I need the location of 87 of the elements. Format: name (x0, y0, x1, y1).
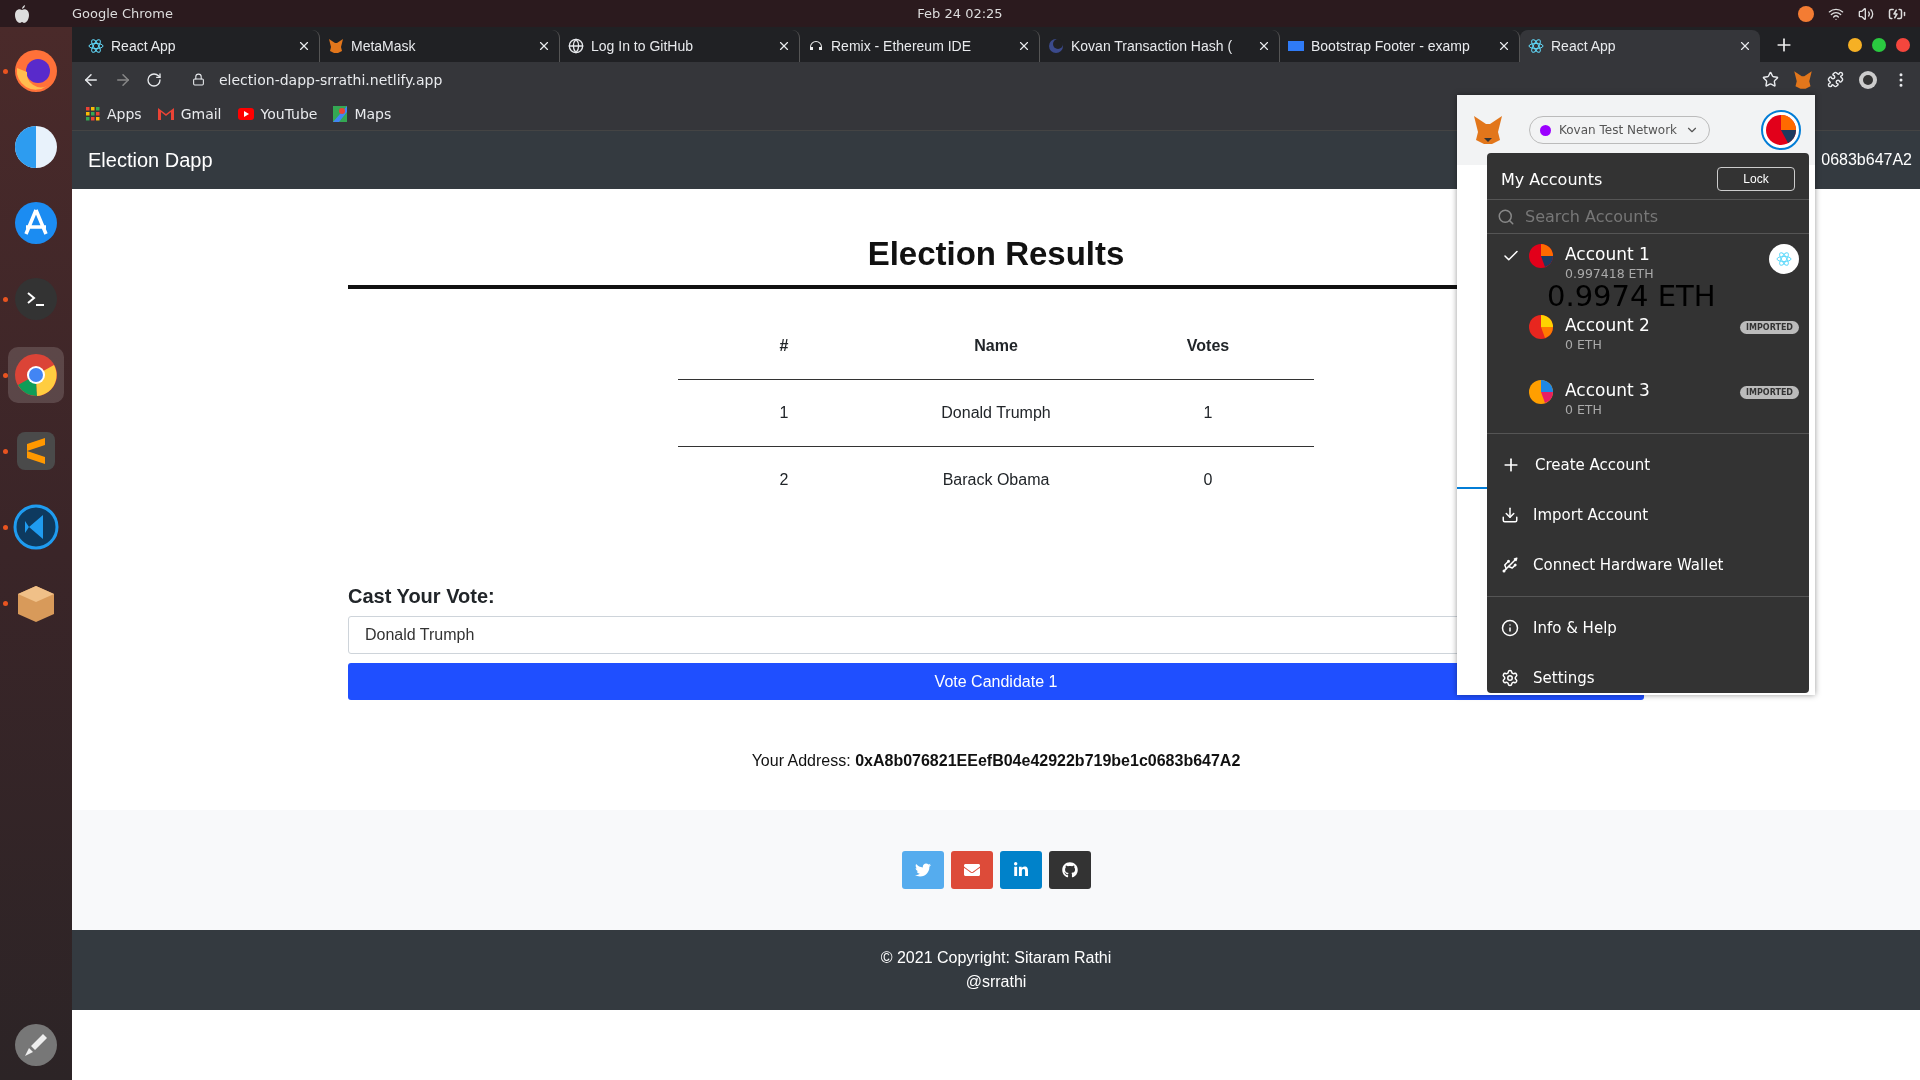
column-header: Votes (1102, 317, 1314, 380)
table-cell: 1 (1102, 379, 1314, 447)
reload-icon[interactable] (146, 71, 162, 88)
menu-item[interactable]: Connect Hardware Wallet (1487, 540, 1809, 590)
window-controls-icon[interactable] (1848, 38, 1910, 52)
face-split-icon[interactable] (13, 124, 59, 170)
mdb-icon (1288, 41, 1304, 51)
apple-icon[interactable] (14, 4, 30, 23)
extensions-icon[interactable] (1827, 71, 1844, 88)
copyright-text: © 2021 Copyright: Sitaram Rathi (880, 949, 1112, 967)
page-title: Election Results (867, 235, 1125, 273)
map-pin-icon (333, 105, 348, 122)
twitter-bird-icon (914, 862, 931, 878)
active-app-name[interactable]: Google Chrome (72, 6, 173, 21)
table-cell: 2 (678, 446, 890, 513)
globe-icon (568, 38, 584, 54)
search-icon (1497, 207, 1515, 226)
crescent-icon (1048, 38, 1064, 54)
linkedin-icon (1012, 862, 1029, 878)
react-icon (88, 38, 104, 54)
bookmark-link[interactable]: Gmail (157, 105, 222, 122)
fox-logo (1471, 114, 1505, 146)
lock-icon (192, 73, 205, 86)
form-label: Cast Your Vote: (348, 585, 496, 608)
profile-avatar-icon[interactable] (1858, 69, 1878, 90)
close-icon[interactable] (1257, 39, 1271, 53)
imported-badge: IMPORTED (1740, 386, 1799, 399)
browser-tab[interactable]: React App (1520, 30, 1760, 62)
address-text: Your Address: 0xA8b076821EEefB04e42922b719be1c0683b647A2 (751, 752, 1241, 770)
table-cell: 0 (1102, 446, 1314, 513)
update-icon[interactable] (1798, 5, 1814, 22)
download-icon (1501, 506, 1519, 524)
network-dot (1540, 124, 1551, 136)
table-cell: Barack Obama (890, 446, 1102, 513)
usb-icon (1501, 556, 1519, 574)
close-icon[interactable] (1017, 39, 1031, 53)
fox-icon (328, 38, 344, 54)
bookmark-link[interactable]: YouTube (237, 105, 318, 122)
close-icon[interactable] (537, 39, 551, 53)
column-header: Name (890, 317, 1102, 380)
play-icon (237, 107, 254, 120)
menu-title: My Accounts (1501, 169, 1603, 189)
bookmark-link[interactable]: Maps (333, 105, 392, 122)
bookmark-star-icon[interactable] (1762, 71, 1779, 88)
account-item[interactable]: Account 3 0 ETH IMPORTED (1487, 376, 1809, 421)
mail-icon (157, 107, 174, 120)
github-icon (1061, 862, 1078, 878)
account-avatar (1529, 244, 1553, 268)
close-icon[interactable] (297, 39, 311, 53)
search-field[interactable]: Search Accounts (1523, 206, 1767, 227)
account-item[interactable]: Account 1 0.997418 ETH (1487, 240, 1809, 285)
linkedin-button[interactable] (999, 851, 1042, 889)
volume-icon[interactable] (1858, 5, 1874, 22)
url-field[interactable]: election-dapp-srrathi.netlify.app (219, 71, 443, 88)
vscode-icon[interactable] (13, 504, 59, 550)
chrome-icon[interactable] (13, 352, 59, 398)
react-icon (1776, 251, 1792, 267)
account-avatar (1529, 315, 1553, 339)
close-icon[interactable] (1497, 39, 1511, 53)
email-button[interactable] (950, 851, 993, 889)
fox-icon[interactable] (1793, 69, 1813, 90)
envelope-icon (963, 862, 980, 878)
react-icon (1528, 38, 1544, 54)
footer-handle: @srrathi (965, 973, 1027, 991)
table-cell: 1 (678, 379, 890, 447)
bookmark-link[interactable]: Apps (86, 105, 142, 122)
imported-badge: IMPORTED (1740, 321, 1799, 334)
menu-item[interactable]: Create Account (1487, 440, 1809, 490)
github-button[interactable] (1048, 851, 1091, 889)
navbar-brand[interactable]: Election Dapp (88, 148, 213, 172)
column-header: # (678, 317, 890, 380)
clock[interactable]: Feb 24 02:25 (917, 6, 1003, 21)
info-icon (1501, 619, 1519, 637)
firefox-icon[interactable] (13, 48, 59, 94)
menu-item[interactable]: Import Account (1487, 490, 1809, 540)
account-avatar[interactable] (1761, 110, 1801, 150)
settings-icon (1501, 669, 1519, 687)
close-icon[interactable] (1738, 39, 1752, 53)
table-cell: Donald Trumph (890, 379, 1102, 447)
app-store-icon[interactable] (13, 200, 59, 246)
account-avatar (1529, 380, 1553, 404)
apps-grid-icon (86, 106, 100, 121)
close-icon[interactable] (777, 39, 791, 53)
terminal-icon[interactable] (13, 276, 59, 322)
navbar-address: 0683b647A2 (1821, 151, 1912, 169)
lock-button[interactable]: Lock (1717, 167, 1795, 191)
account-item[interactable]: Account 2 0 ETH IMPORTED (1487, 311, 1809, 356)
